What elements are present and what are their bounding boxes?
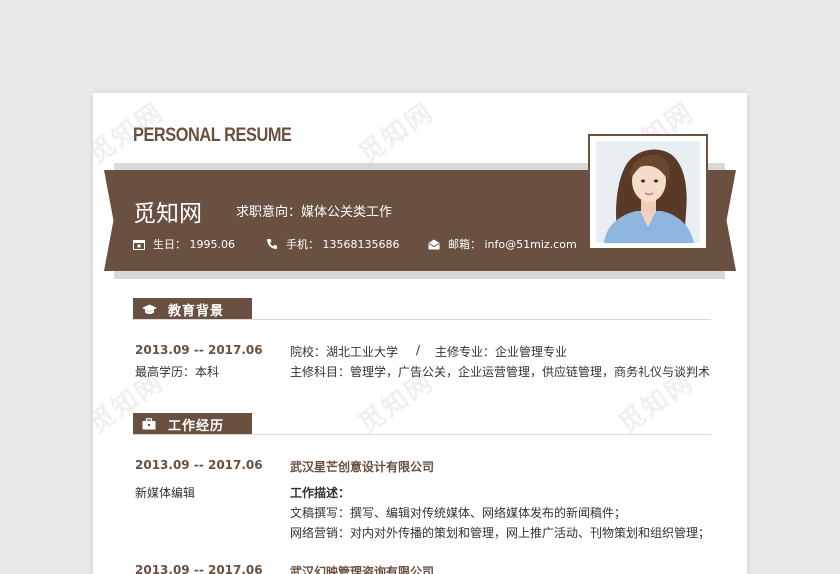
education-courses: 主修科目：管理学，广告公关，企业运营管理，供应链管理，商务礼仪与谈判术 — [290, 365, 711, 379]
email-info: 邮箱： info@51miz.com — [428, 236, 577, 252]
education-heading: 教育背景 — [133, 298, 252, 320]
work-heading: 工作经历 — [133, 413, 252, 435]
education-divider — [133, 319, 711, 320]
phone-icon — [267, 239, 277, 249]
education-separator: / — [416, 343, 421, 357]
job-company: 武汉星芒创意设计有限公司 — [290, 460, 435, 474]
phone-info: 手机： 13568135686 — [266, 236, 399, 252]
job-intent: 求职意向：媒体公关类工作 — [236, 205, 393, 220]
phone-text: 手机： 13568135686 — [286, 238, 400, 251]
job-date: 2013.09 -- 2017.06 — [135, 563, 263, 574]
job-position: 新媒体编辑 — [135, 486, 196, 500]
work-heading-label: 工作经历 — [168, 418, 225, 434]
resume-page: 觅知网 觅知网 觅知网 觅知网 觅知网 觅知网 PERSONAL RESUME … — [93, 93, 747, 574]
work-divider — [133, 434, 711, 435]
email-text: 邮箱： info@51miz.com — [448, 238, 577, 251]
briefcase-icon — [138, 418, 160, 430]
mail-icon — [428, 239, 440, 249]
education-degree: 最高学历：本科 — [135, 365, 220, 379]
education-major: 主修专业：企业管理专业 — [435, 345, 568, 359]
job-desc-line: 文稿撰写：撰写、编辑对传统媒体、网络媒体发布的新闻稿件； — [290, 506, 627, 520]
job-date: 2013.09 -- 2017.06 — [135, 458, 263, 472]
resume-title: PERSONAL RESUME — [133, 125, 292, 146]
job-desc-line: 网络营销：对内对外传播的策划和管理，网上推广活动、刊物策划和组织管理； — [290, 526, 711, 540]
watermark: 觅知网 — [353, 97, 440, 170]
education-date: 2013.09 -- 2017.06 — [135, 343, 263, 357]
graduation-cap-icon — [138, 304, 160, 315]
education-school: 院校：湖北工业大学 — [290, 345, 399, 359]
birth-info: 生日： 1995.06 — [133, 236, 235, 252]
calendar-icon — [133, 239, 145, 250]
profile-photo — [596, 141, 700, 243]
job-desc-label: 工作描述： — [290, 486, 351, 500]
job-company: 武汉幻映管理咨询有限公司 — [290, 565, 435, 574]
candidate-name: 觅知网 — [133, 201, 202, 227]
profile-photo-frame — [588, 134, 708, 250]
birth-text: 生日： 1995.06 — [153, 238, 235, 251]
education-heading-label: 教育背景 — [168, 303, 225, 319]
